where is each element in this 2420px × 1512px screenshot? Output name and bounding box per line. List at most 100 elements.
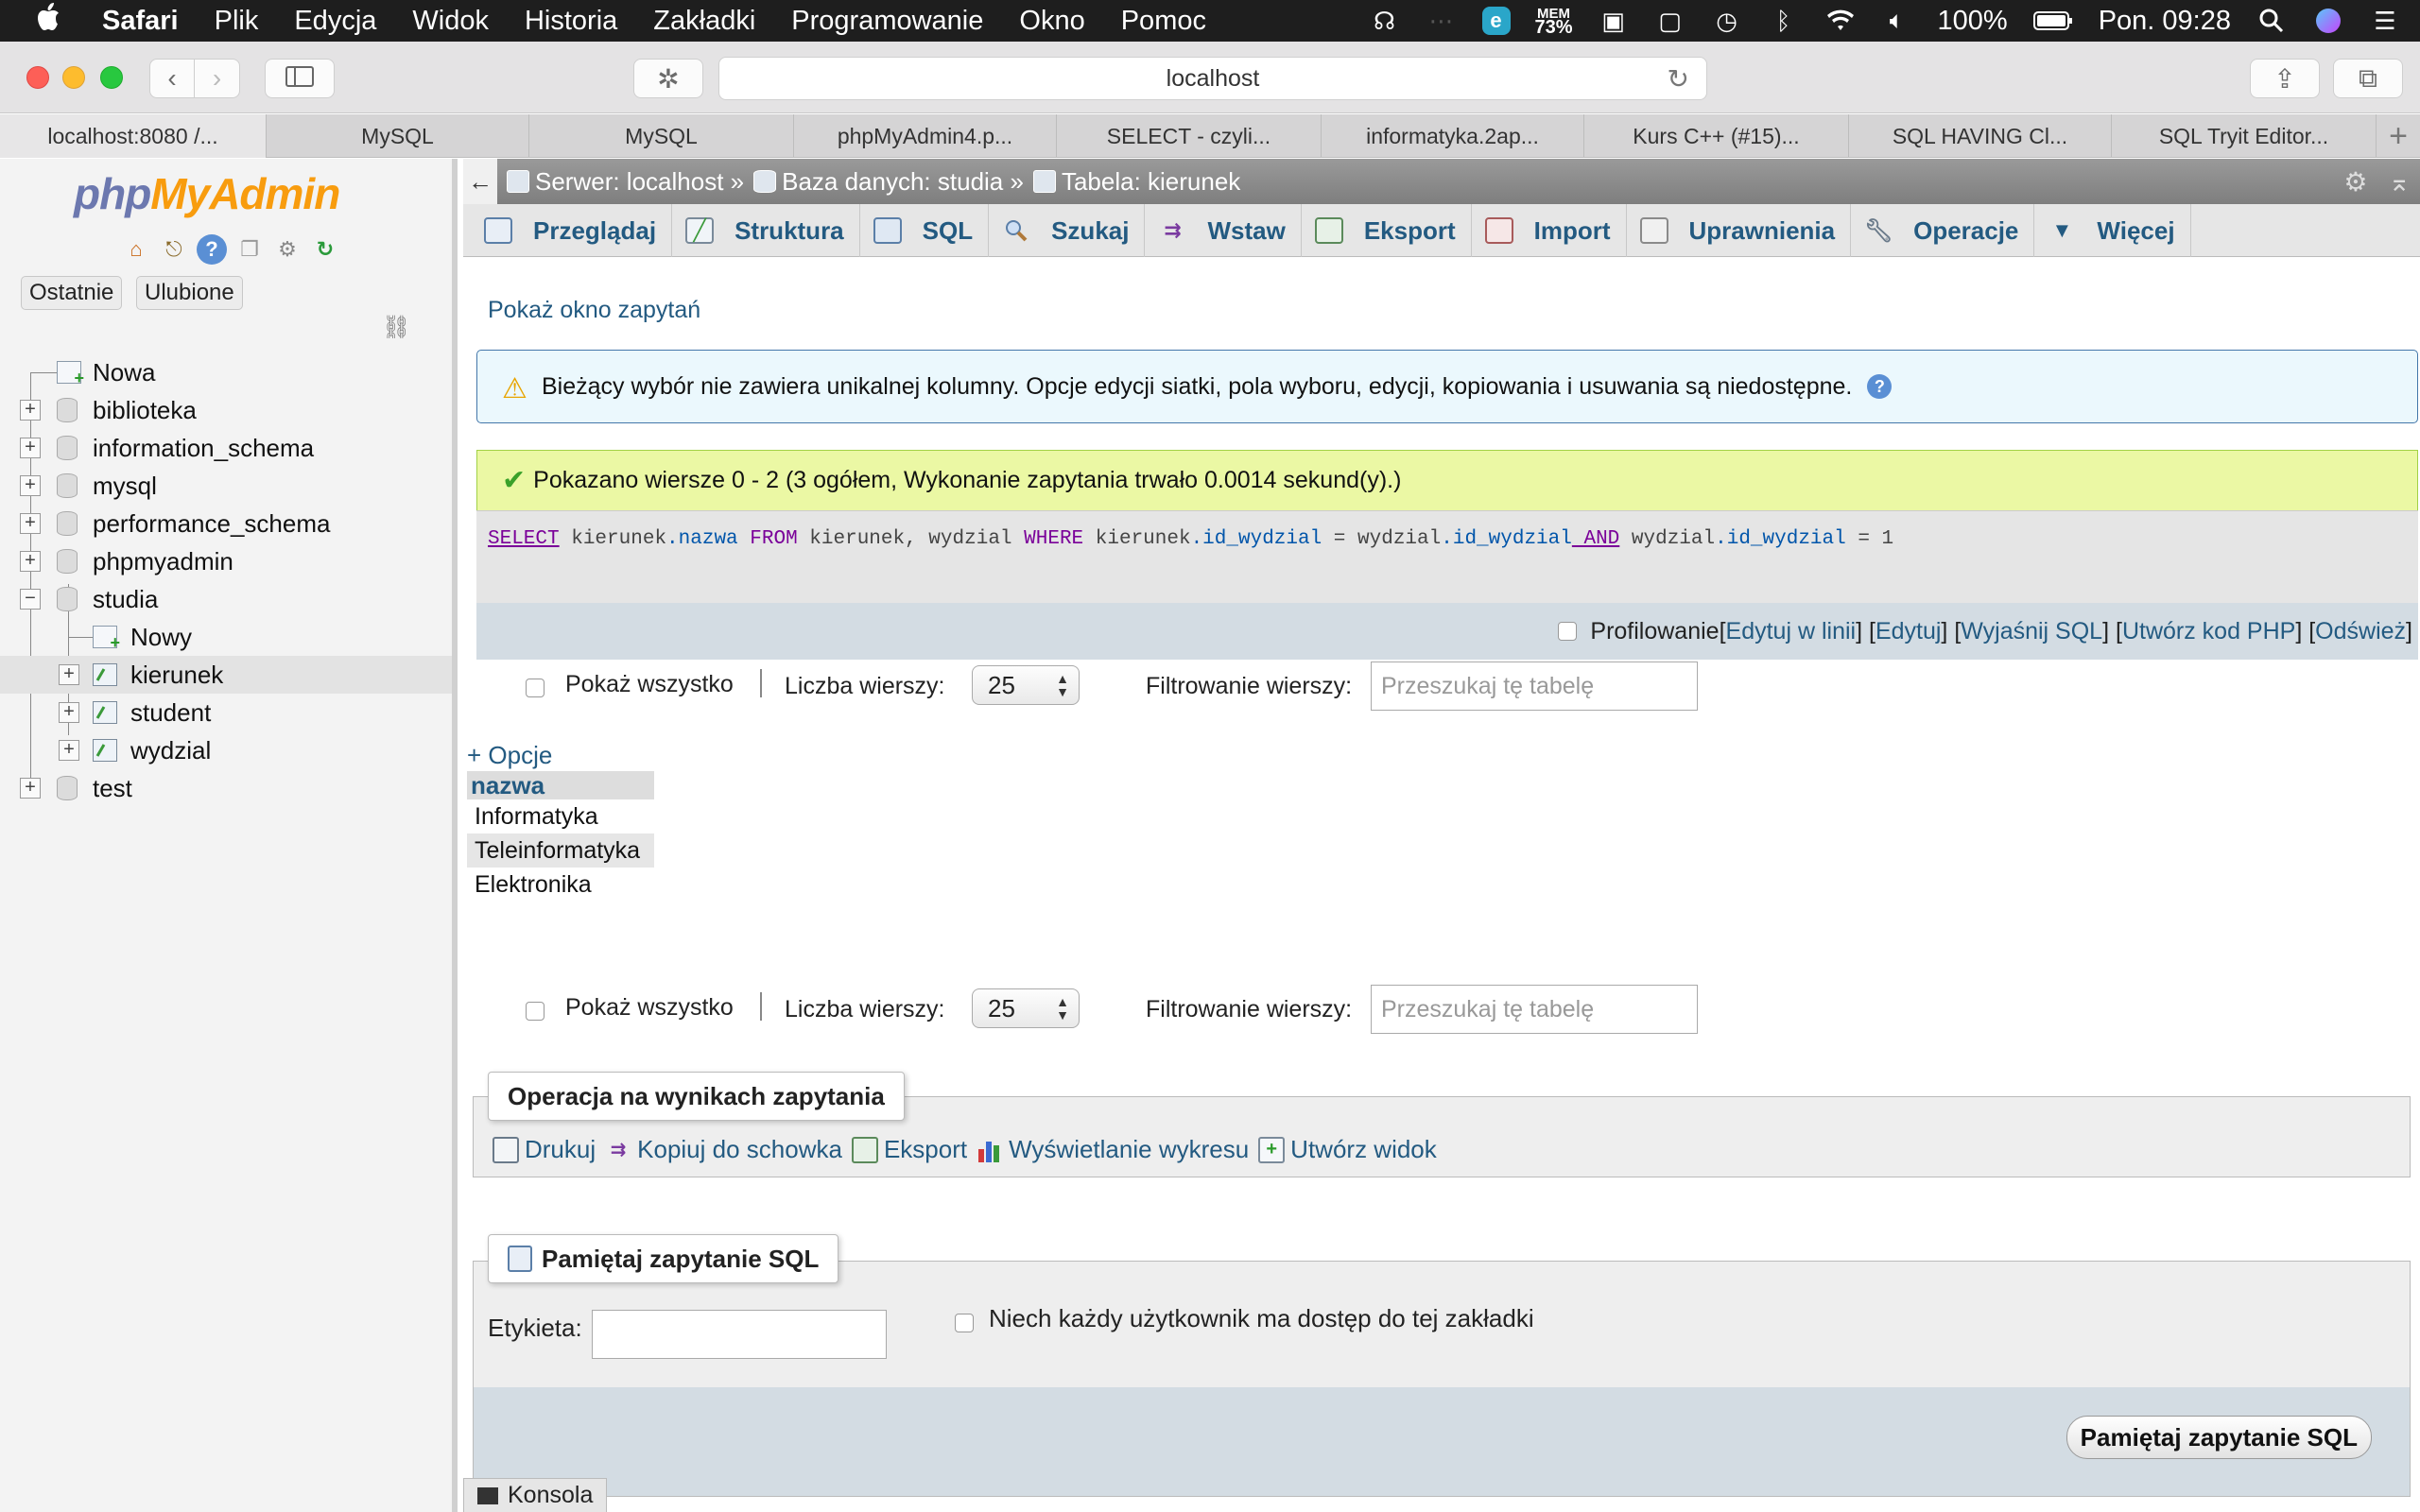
menu-app-safari[interactable]: Safari [102, 6, 179, 37]
tab-select[interactable]: SELECT - czyli... [1057, 114, 1322, 158]
profiling-checkbox[interactable] [1558, 622, 1578, 641]
bookmark-label-input[interactable] [592, 1310, 887, 1359]
help-icon[interactable]: ? [1867, 374, 1893, 399]
headphones-icon[interactable]: ☊ [1369, 7, 1401, 35]
breadcrumb-table[interactable]: Tabela: kierunek [1032, 167, 1240, 197]
memory-monitor[interactable]: MEM 73% [1535, 7, 1573, 37]
volume-icon[interactable]: 🔈︎ [1881, 6, 1913, 35]
tree-item-biblioteka[interactable]: + biblioteka [0, 391, 452, 429]
reload-icon[interactable]: ↻ [1668, 63, 1689, 94]
expand-icon[interactable]: + [20, 778, 41, 799]
link-with-main-panel-icon[interactable]: ⛓ [382, 314, 410, 341]
tab-kurs-cpp[interactable]: Kurs C++ (#15)... [1584, 114, 1849, 158]
tab-mysql-2[interactable]: MySQL [529, 114, 794, 158]
sidebar-toggle-button[interactable] [265, 59, 335, 98]
options-toggle-link[interactable]: + Opcje [467, 741, 552, 770]
tree-item-information-schema[interactable]: + information_schema [0, 429, 452, 467]
reload-navigation-icon[interactable]: ↻ [310, 234, 340, 265]
apple-icon[interactable] [36, 3, 74, 39]
siri-icon[interactable] [2312, 7, 2344, 35]
tree-item-performance-schema[interactable]: + performance_schema [0, 505, 452, 542]
dots-icon[interactable]: ⋯ [1426, 7, 1458, 35]
tree-item-mysql[interactable]: + mysql [0, 467, 452, 505]
show-query-box-link[interactable]: Pokaż okno zapytań [488, 297, 700, 324]
favorite-tables-button[interactable]: Ulubione [136, 276, 243, 310]
expand-icon[interactable]: + [59, 664, 79, 685]
tree-item-phpmyadmin[interactable]: + phpmyadmin [0, 542, 452, 580]
tree-item-kierunek[interactable]: + kierunek [0, 656, 452, 694]
notification-center-icon[interactable]: ☰ [2369, 7, 2401, 35]
tab-structure[interactable]: ╱ Struktura [672, 204, 860, 257]
expand-icon[interactable]: + [20, 438, 41, 458]
settings-gear-icon[interactable]: ⚙ [2343, 166, 2367, 198]
expand-icon[interactable]: + [59, 740, 79, 761]
expand-icon[interactable]: + [20, 551, 41, 572]
copy-to-clipboard-link[interactable]: ⇉ Kopiuj do schowka [605, 1135, 842, 1164]
back-button[interactable]: ‹ [149, 59, 195, 98]
expand-icon[interactable]: + [59, 702, 79, 723]
expand-icon[interactable]: + [20, 400, 41, 421]
expand-icon[interactable]: + [20, 475, 41, 496]
explain-sql-link[interactable]: Wyjaśnij SQL [1961, 618, 2102, 645]
share-button[interactable]: ⇪ [2250, 59, 2320, 98]
collapse-top-icon[interactable]: ⌅ [2389, 166, 2411, 198]
column-header-nazwa[interactable]: nazwa [467, 771, 654, 799]
menu-help[interactable]: Pomoc [1121, 6, 1206, 37]
tab-privileges[interactable]: Uprawnienia [1627, 204, 1852, 257]
create-php-code-link[interactable]: Utwórz kod PHP [2122, 618, 2295, 645]
gear-icon[interactable]: ⚙ [272, 234, 302, 265]
show-tabs-button[interactable]: ⧉ [2333, 59, 2403, 98]
edit-link[interactable]: Edytuj [1876, 618, 1941, 645]
tab-informatyka[interactable]: informatyka.2ap... [1322, 114, 1584, 158]
rows-count-select[interactable]: 25 ▲ ▼ [972, 665, 1080, 705]
maximize-window-button[interactable] [100, 66, 123, 89]
help-icon[interactable]: ? [197, 234, 227, 265]
phpmyadmin-logo[interactable]: phpMyAdmin [74, 168, 340, 219]
tab-sql-tryit[interactable]: SQL Tryit Editor... [2112, 114, 2377, 158]
collapse-icon[interactable]: − [20, 589, 41, 610]
sql-keyword[interactable]: AND [1572, 528, 1619, 550]
menu-bookmarks[interactable]: Zakładki [653, 6, 755, 37]
sql-keyword[interactable]: SELECT [488, 528, 560, 550]
menu-file[interactable]: Plik [215, 6, 259, 37]
show-all-checkbox[interactable] [526, 679, 544, 697]
tree-item-test[interactable]: + test [0, 769, 452, 807]
tree-item-new-table[interactable]: Nowy [0, 618, 452, 656]
bluetooth-icon[interactable]: ᛒ [1768, 7, 1800, 35]
home-icon[interactable]: ⌂ [121, 234, 151, 265]
tab-search[interactable]: Szukaj [989, 204, 1146, 257]
collapse-navigation-icon[interactable]: ← [463, 159, 497, 204]
tab-import[interactable]: Import [1472, 204, 1627, 257]
console-toggle[interactable]: Konsola [463, 1478, 607, 1512]
menu-edit[interactable]: Edycja [294, 6, 376, 37]
tab-mysql-1[interactable]: MySQL [267, 114, 529, 158]
tab-more[interactable]: ▼ Więcej [2034, 204, 2191, 257]
tab-browse[interactable]: Przeglądaj [471, 204, 673, 257]
screenshot-app-icon[interactable]: ▣ [1598, 7, 1630, 35]
tab-operations[interactable]: 🔧︎ Operacje [1851, 204, 2035, 257]
breadcrumb-server[interactable]: Serwer: localhost » [507, 167, 744, 197]
tab-sql[interactable]: SQL [860, 204, 990, 257]
export-link[interactable]: Eksport [851, 1135, 967, 1164]
menu-develop[interactable]: Programowanie [791, 6, 983, 37]
time-machine-icon[interactable]: ◷ [1711, 7, 1743, 35]
create-view-link[interactable]: + Utwórz widok [1258, 1135, 1437, 1164]
edit-inline-link[interactable]: Edytuj w linii [1726, 618, 1857, 645]
extension-button[interactable]: ✲ [633, 59, 703, 98]
filter-rows-input[interactable]: Przeszukaj tę tabelę [1371, 985, 1698, 1034]
tab-localhost[interactable]: localhost:8080 /... [0, 114, 267, 158]
documentation-icon[interactable]: ❐ [234, 234, 265, 265]
e-app-icon[interactable]: e [1481, 7, 1511, 35]
tree-item-wydzial[interactable]: + wydzial [0, 731, 452, 769]
spotlight-search-icon[interactable] [2256, 7, 2288, 35]
clock[interactable]: Pon. 09:28 [2099, 6, 2231, 37]
print-link[interactable]: Drukuj [493, 1135, 596, 1164]
minimize-window-button[interactable] [62, 66, 85, 89]
tree-item-new-db[interactable]: Nowa [0, 353, 452, 391]
tree-item-studia[interactable]: − studia [0, 580, 452, 618]
menu-history[interactable]: Historia [525, 6, 617, 37]
menu-view[interactable]: Widok [412, 6, 489, 37]
display-chart-link[interactable]: Wyświetlanie wykresu [977, 1135, 1249, 1164]
tab-phpmyadmin[interactable]: phpMyAdmin4.p... [794, 114, 1057, 158]
forward-button[interactable]: › [195, 59, 240, 98]
